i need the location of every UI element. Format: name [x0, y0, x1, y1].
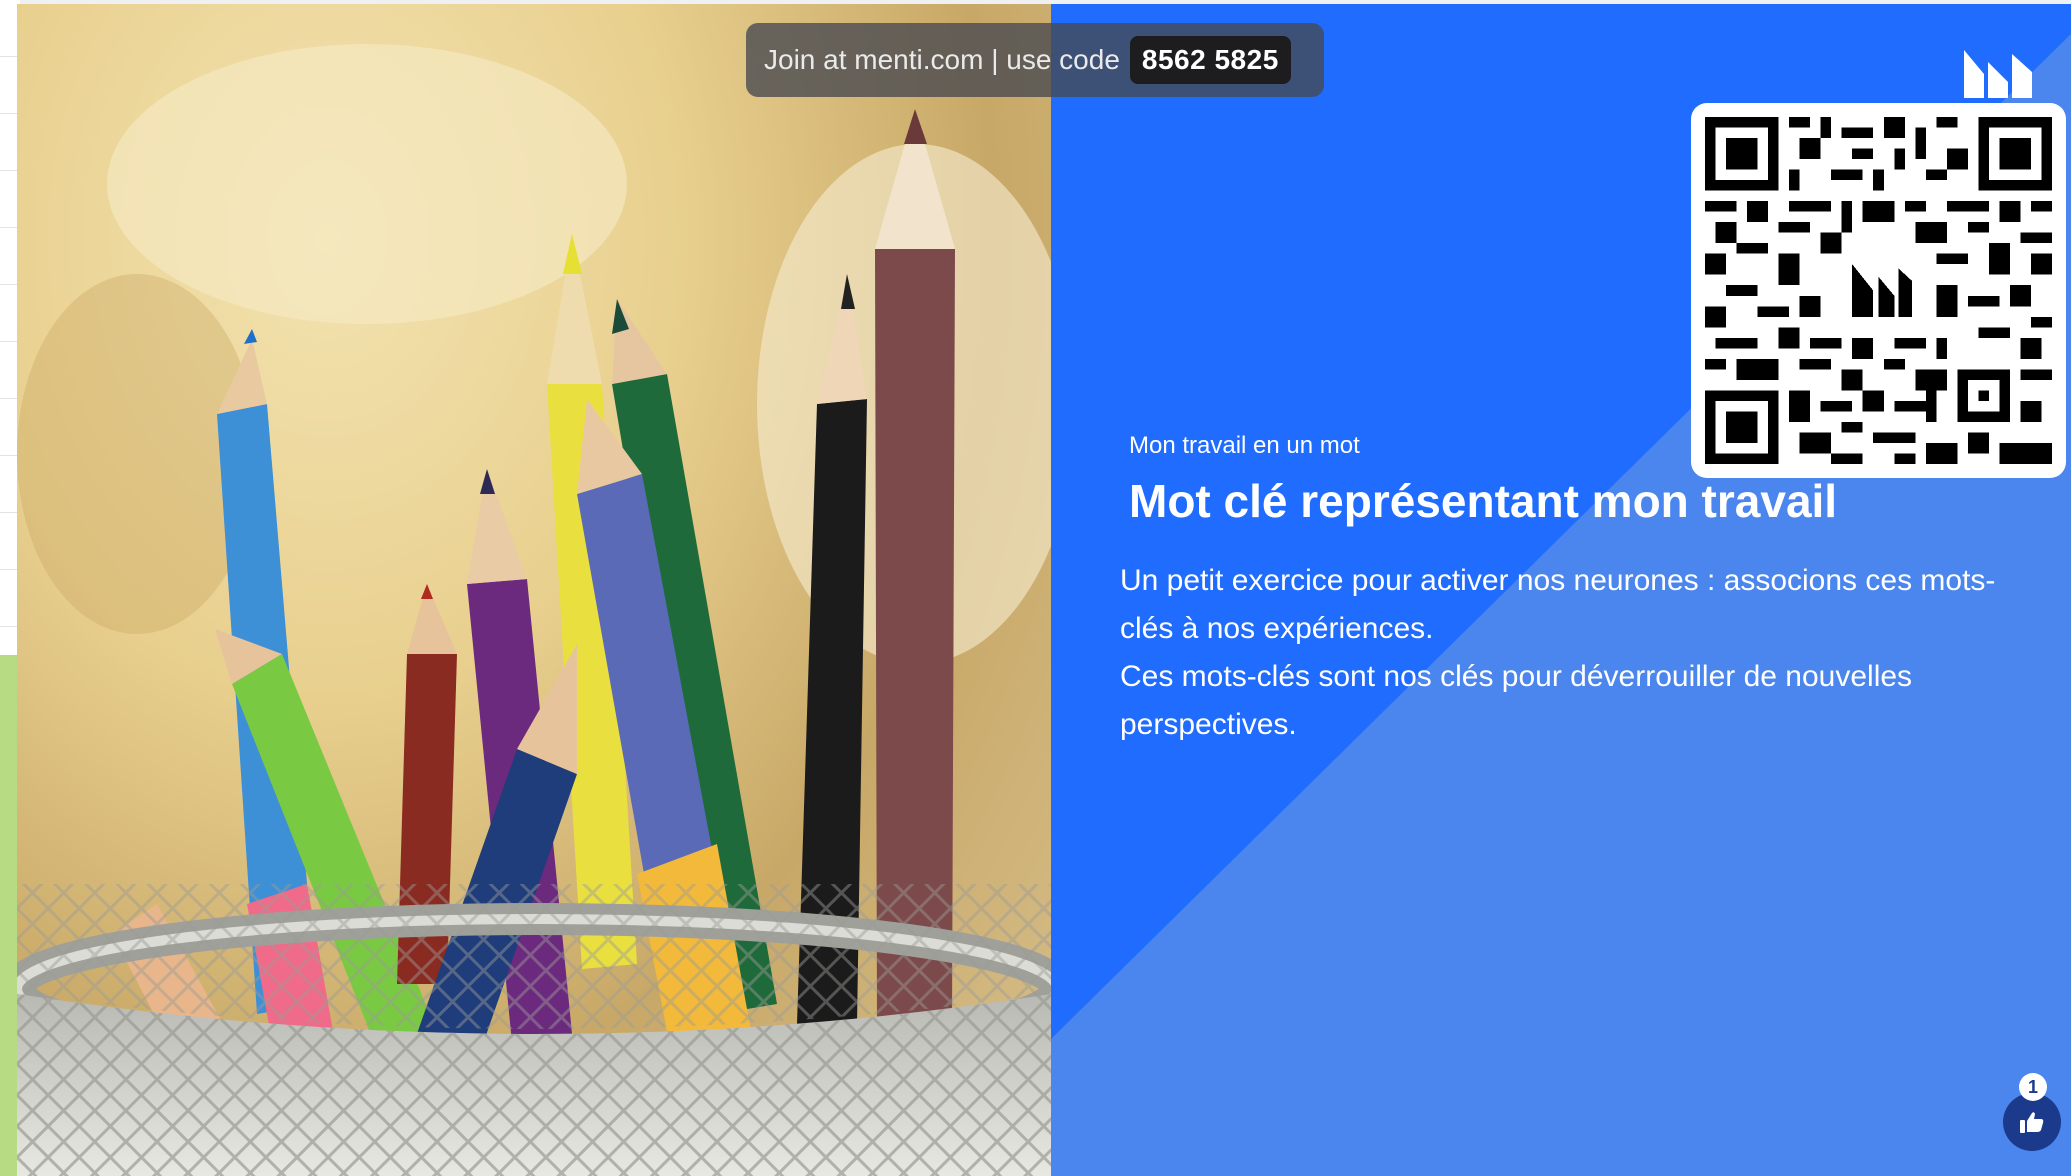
- join-code: 8562 5825: [1129, 36, 1291, 84]
- reaction-button[interactable]: [2003, 1093, 2061, 1151]
- mentimeter-logo-icon: [1962, 48, 2034, 100]
- thumbs-up-icon: [2020, 1112, 2044, 1133]
- join-code-banner: Join at menti.com | use code 8562 5825: [746, 23, 1324, 97]
- slide-title: Mot clé représentant mon travail: [1129, 475, 1838, 527]
- qr-code[interactable]: [1691, 103, 2066, 478]
- description-paragraph: Un petit exercice pour activer nos neuro…: [1120, 564, 1996, 645]
- description-paragraph: Ces mots-clés sont nos clés pour déverro…: [1120, 660, 1913, 741]
- pencils-photo: [17, 4, 1051, 1176]
- slide-subtitle: Mon travail en un mot: [1129, 432, 1360, 459]
- join-instructions: Join at menti.com | use code: [764, 44, 1120, 75]
- reaction-count-badge: 1: [2019, 1073, 2047, 1101]
- slide-description: Un petit exercice pour activer nos neuro…: [1120, 557, 2020, 749]
